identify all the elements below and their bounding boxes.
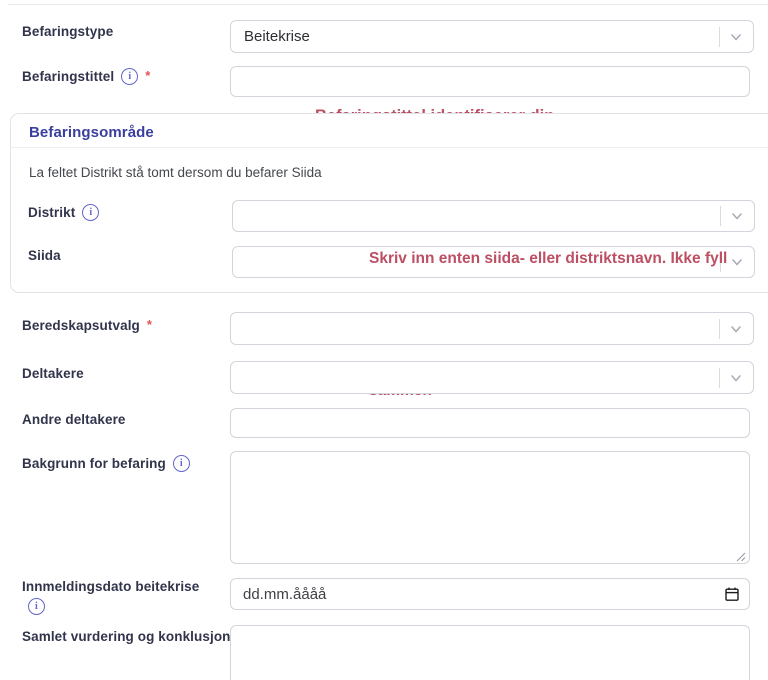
- select-separator: [719, 367, 720, 388]
- beredskapsutvalg-label: Beredskapsutvalg *: [22, 317, 153, 333]
- select-separator: [719, 318, 720, 339]
- chevron-down-icon: [728, 321, 744, 337]
- deltakere-label: Deltakere: [22, 366, 84, 381]
- samlet-vurdering-textarea[interactable]: [230, 625, 750, 680]
- required-asterisk: *: [145, 68, 151, 83]
- calendar-icon[interactable]: [723, 585, 741, 603]
- chevron-down-icon: [729, 254, 745, 270]
- select-separator: [720, 206, 721, 226]
- innmeldingsdato-label: Innmeldingsdato beitekrise: [22, 579, 199, 594]
- section-divider: [11, 147, 768, 148]
- deltakere-select[interactable]: [230, 361, 754, 394]
- innmeldingsdato-label-text: Innmeldingsdato beitekrise: [22, 579, 200, 594]
- deltakere-label-text: Deltakere: [22, 366, 84, 381]
- befaringstittel-input[interactable]: [230, 66, 750, 97]
- andre-deltakere-label-text: Andre deltakere: [22, 412, 126, 427]
- distrikt-hint-text: La feltet Distrikt stå tomt dersom du be…: [29, 165, 322, 180]
- info-icon[interactable]: [28, 598, 45, 615]
- siida-select[interactable]: [232, 246, 755, 278]
- andre-deltakere-input[interactable]: [230, 408, 750, 438]
- befaring-form-page: Befaringstype Beitekrise Befaringstittel…: [0, 0, 768, 680]
- bakgrunn-label: Bakgrunn for befaring: [22, 455, 190, 472]
- siida-label-text: Siida: [28, 248, 61, 263]
- samlet-vurdering-label-text: Samlet vurdering og konklusjon: [22, 629, 231, 644]
- distrikt-label-text: Distrikt: [28, 205, 76, 220]
- befaringsomrade-title: Befaringsområde: [29, 124, 154, 141]
- beredskapsutvalg-select[interactable]: [230, 312, 754, 345]
- select-separator: [719, 26, 720, 47]
- info-icon[interactable]: [172, 455, 190, 472]
- select-separator: [720, 252, 721, 272]
- innmeldingsdato-date-input[interactable]: [230, 578, 750, 610]
- bakgrunn-textarea[interactable]: [230, 451, 750, 564]
- befaringstittel-label-text: Befaringstittel: [22, 69, 115, 84]
- info-icon[interactable]: [121, 68, 139, 85]
- befaringstype-select[interactable]: Beitekrise: [230, 20, 754, 53]
- required-asterisk: *: [146, 317, 153, 332]
- innmeldingsdato-info: [28, 598, 45, 615]
- befaringstype-label-text: Befaringstype: [22, 24, 114, 39]
- befaringstype-selected-value: Beitekrise: [244, 28, 310, 45]
- resize-grip-icon[interactable]: [735, 549, 746, 562]
- samlet-vurdering-label: Samlet vurdering og konklusjon: [22, 629, 231, 644]
- info-icon[interactable]: [82, 204, 100, 221]
- bakgrunn-label-text: Bakgrunn for befaring: [22, 456, 166, 471]
- chevron-down-icon: [728, 370, 744, 386]
- chevron-down-icon: [729, 208, 745, 224]
- distrikt-select[interactable]: [232, 200, 755, 232]
- chevron-down-icon: [728, 29, 744, 45]
- andre-deltakere-label: Andre deltakere: [22, 412, 126, 427]
- befaringstype-label: Befaringstype: [22, 24, 113, 39]
- distrikt-label: Distrikt: [28, 204, 100, 221]
- befaringstittel-label: Befaringstittel *: [22, 68, 150, 85]
- siida-label: Siida: [28, 248, 61, 263]
- innmeldingsdato-field: [230, 578, 750, 610]
- top-divider: [8, 4, 768, 5]
- beredskapsutvalg-label-text: Beredskapsutvalg: [22, 318, 140, 333]
